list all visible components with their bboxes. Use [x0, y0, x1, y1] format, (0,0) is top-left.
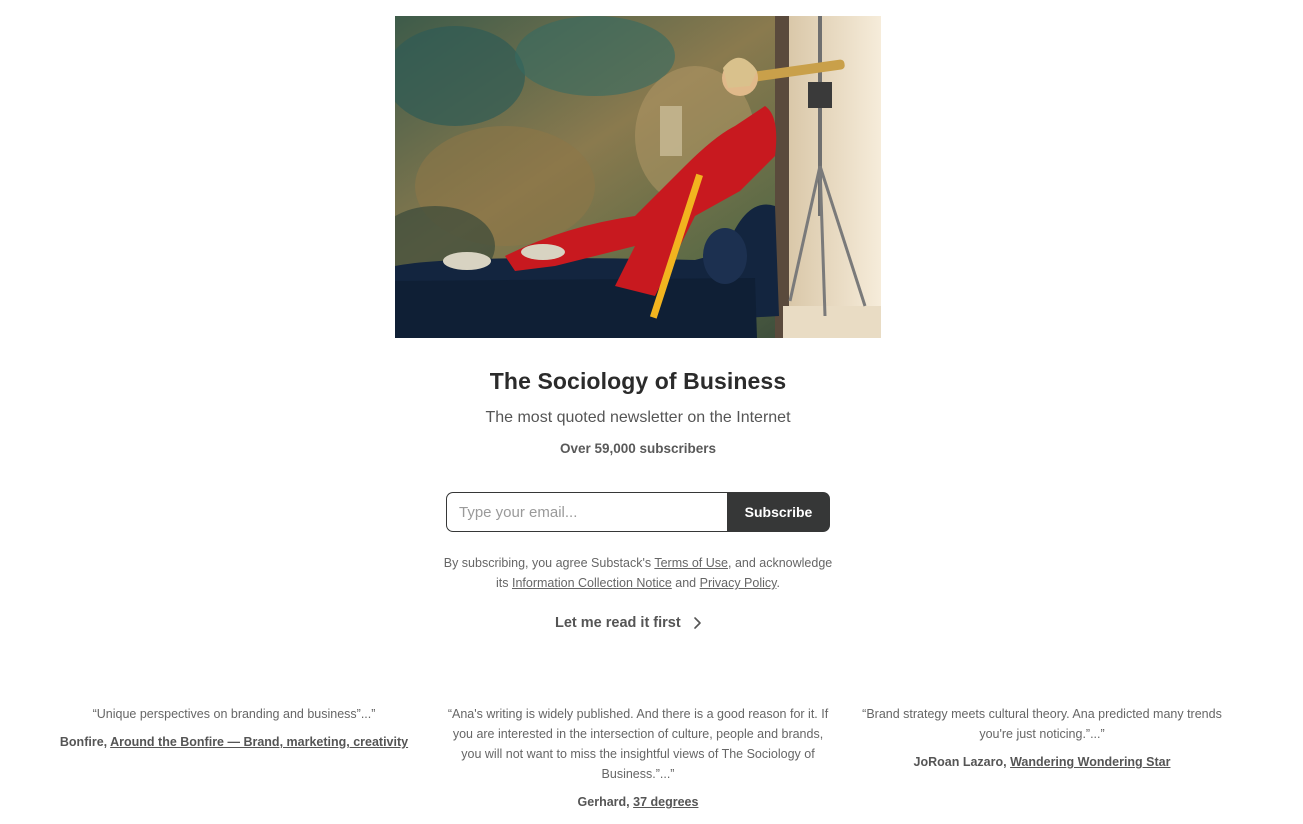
testimonial-author-name: Bonfire,: [59, 735, 111, 749]
publication-title: The Sociology of Business: [489, 368, 787, 394]
testimonial-publication-link[interactable]: Wandering Wondering Star: [1010, 755, 1170, 769]
testimonial-author: Gerhard, 37 degrees: [446, 792, 830, 812]
hero-image: [395, 16, 881, 338]
publication-tagline: The most quoted newsletter on the Intern…: [485, 409, 791, 426]
testimonial-author-name: JoRoan Lazaro,: [913, 755, 1011, 769]
terms-of-use-link[interactable]: Terms of Use: [654, 556, 728, 570]
email-input[interactable]: [446, 492, 727, 532]
testimonial-quote: “Unique perspectives on branding and bus…: [92, 707, 376, 721]
read-first-link[interactable]: Let me read it first: [555, 612, 705, 634]
testimonial-author: JoRoan Lazaro, Wandering Wondering Star: [852, 752, 1232, 772]
testimonial-author: Bonfire, Around the Bonfire — Brand, mar…: [52, 732, 416, 752]
legal-and: and: [671, 576, 700, 590]
landing-page: The Sociology of Business The most quote…: [0, 0, 1303, 824]
read-first-label: Let me read it first: [555, 615, 681, 631]
subscriber-count: Over 59,000 subscribers: [559, 441, 717, 456]
testimonial-publication-link[interactable]: Around the Bonfire — Brand, marketing, c…: [110, 735, 408, 749]
testimonial-quote: “Brand strategy meets cultural theory. A…: [862, 707, 1222, 741]
subscribe-form: Subscribe: [446, 492, 830, 532]
testimonial: “Unique perspectives on branding and bus…: [52, 704, 416, 752]
subscribe-button[interactable]: Subscribe: [727, 492, 830, 532]
privacy-policy-link[interactable]: Privacy Policy: [700, 576, 777, 590]
information-collection-notice-link[interactable]: Information Collection Notice: [512, 576, 672, 590]
legal-prefix: By subscribing, you agree Substack's: [443, 556, 655, 570]
testimonial-author-name: Gerhard,: [577, 795, 634, 809]
testimonial-quote: “Ana's writing is widely published. And …: [447, 707, 829, 781]
testimonial: “Brand strategy meets cultural theory. A…: [852, 704, 1232, 772]
legal-notice: By subscribing, you agree Substack's Ter…: [440, 553, 836, 593]
testimonial: “Ana's writing is widely published. And …: [446, 704, 830, 812]
legal-suffix: .: [776, 576, 780, 590]
testimonial-publication-link[interactable]: 37 degrees: [633, 795, 698, 809]
chevron-right-icon: [691, 616, 705, 630]
